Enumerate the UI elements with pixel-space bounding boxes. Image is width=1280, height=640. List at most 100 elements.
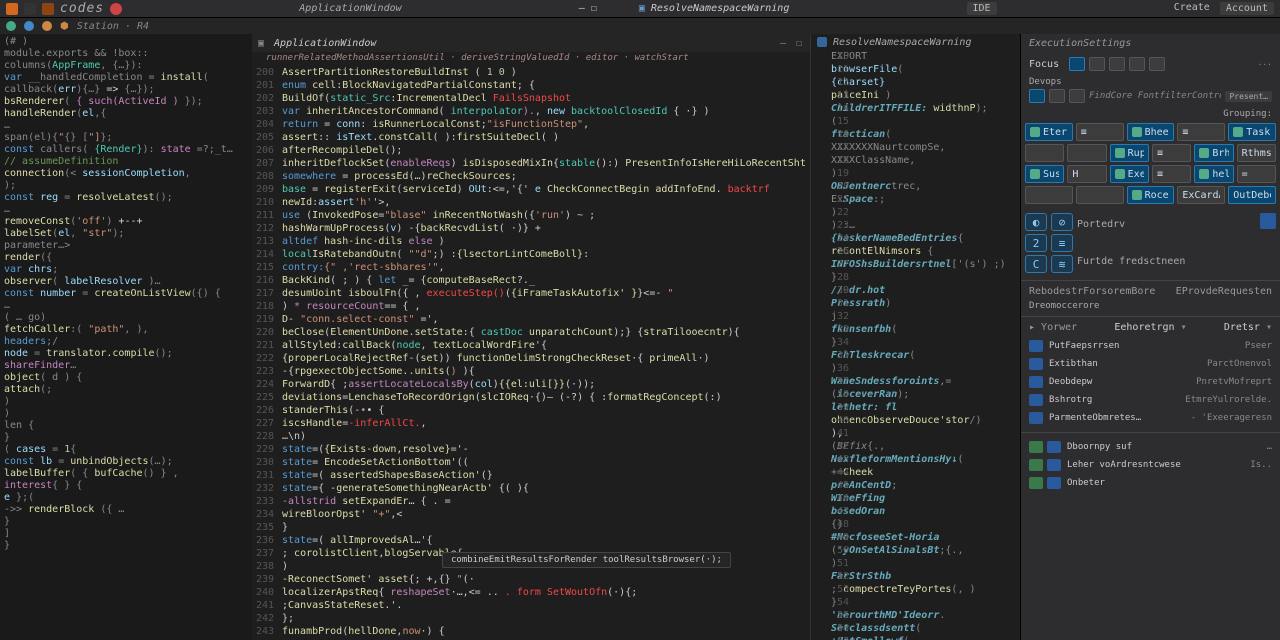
outline-item[interactable]: 42 (BEfix{., — [811, 440, 1020, 453]
grid-cell[interactable]: Rupes — [1110, 144, 1149, 162]
code-line[interactable]: } — [0, 540, 252, 552]
outline-item[interactable]: 11 browserFile( — [811, 63, 1020, 76]
code-line[interactable]: var chrs; — [0, 264, 252, 276]
grid-cell[interactable]: Bhees — [1127, 123, 1175, 141]
outline-item[interactable]: 41 ), — [811, 427, 1020, 440]
outline-item[interactable]: 44 +=Cheek — [811, 466, 1020, 479]
code-line[interactable]: state=( allImprovedsAl…'{ — [278, 534, 810, 547]
list-item[interactable]: ParmenteObmretes…- 'Exeerageresn — [1021, 409, 1280, 427]
code-line[interactable]: state=( assertedShapesBaseAction'(} — [278, 469, 810, 482]
outline-item[interactable]: 24{haskerNameBedEntries{ — [811, 232, 1020, 245]
code-line[interactable]: ) — [0, 408, 252, 420]
grid-cell[interactable] — [1076, 186, 1124, 204]
sort-col-3[interactable]: Dretsr — [1224, 322, 1272, 333]
code-line[interactable]: beClose(ElementUnDone.setState:{ castDoc… — [278, 326, 810, 339]
code-line[interactable]: localIsRatebandOutn( ""d";) :{lsectorLin… — [278, 248, 810, 261]
outline-item[interactable]: 18 XXXXClassName, — [811, 154, 1020, 167]
code-line[interactable]: render({ — [0, 252, 252, 264]
code-line[interactable]: }; — [278, 612, 810, 625]
view-mode-4[interactable] — [1129, 57, 1145, 71]
filter-toggle-1[interactable] — [1029, 89, 1045, 103]
code-line[interactable]: altdef hash-inc-dils else ) — [278, 235, 810, 248]
code-line[interactable]: headers;/ — [0, 336, 252, 348]
sort-col-2[interactable]: Eehoretrgn — [1114, 322, 1186, 333]
editor-breadcrumb[interactable]: runnerRelatedMethodAssertionsUtil · deri… — [252, 52, 810, 64]
outline-item[interactable]: 17 XXXXXXXNaurtcompSe, — [811, 141, 1020, 154]
outline-item[interactable]: 33fkunsenfbh( — [811, 323, 1020, 336]
code-line[interactable]: deviations=LenchaseToRecordOrign(slcIORe… — [278, 391, 810, 404]
editor-tab[interactable]: ApplicationWindow — [274, 38, 376, 49]
outline-item[interactable]: 20 OBJentnerctrec, — [811, 180, 1020, 193]
outline-item[interactable]: 31 Pressrath) — [811, 297, 1020, 310]
tool-icon[interactable]: ⊘ — [1051, 213, 1073, 231]
code-line[interactable]: bsRenderer( { such(ActiveId ) }); — [0, 96, 252, 108]
account-button[interactable]: Account — [1220, 2, 1274, 15]
code-line[interactable]: … — [0, 120, 252, 132]
code-line[interactable]: var inheritAncestorCommand( interpolator… — [278, 105, 810, 118]
grid-cell[interactable]: TaskFounders — [1228, 123, 1276, 141]
present-button[interactable]: Present… — [1225, 91, 1272, 102]
code-line[interactable]: module.exports && !box:: — [0, 48, 252, 60]
code-line[interactable]: handleRender(el,{ — [0, 108, 252, 120]
outline-item[interactable]: 32 j — [811, 310, 1020, 323]
code-line[interactable]: ) * resourceCount== { , — [278, 300, 810, 313]
code-line[interactable]: base = registerExit(serviceId) OUt:<=,'{… — [278, 183, 810, 196]
code-line[interactable]: callback(err){…} => {…}); — [0, 84, 252, 96]
outline-item[interactable]: 50 ('yOnSetAlSinalsBt;{., — [811, 544, 1020, 557]
code-line[interactable]: -allstrid setExpandEr… { . = — [278, 495, 810, 508]
code-line[interactable]: columns(AppFrame, {…}): — [0, 60, 252, 72]
code-line[interactable]: ] — [0, 528, 252, 540]
code-line[interactable]: {properLocalRejectRef-(set)) functionDel… — [278, 352, 810, 365]
grid-cell[interactable]: hel — [1194, 165, 1233, 183]
list-item[interactable]: DeobdepwPnretvMofreprt — [1021, 373, 1280, 391]
code-line[interactable]: inheritDeflockSet(enableReqs) isDisposed… — [278, 157, 810, 170]
code-line[interactable]: shareFinder… — [0, 360, 252, 372]
outline-item[interactable]: 46 WIneFfing — [811, 492, 1020, 505]
outline-item[interactable]: 57+HotSmollowf( — [811, 635, 1020, 640]
grid-cell[interactable]: H — [1067, 165, 1106, 183]
code-line[interactable]: hashWarmUpProcess(v) -{backRecvdList( ·)… — [278, 222, 810, 235]
view-mode-5[interactable] — [1149, 57, 1165, 71]
code-line[interactable]: var __handledCompletion = install( — [0, 72, 252, 84]
code-line[interactable]: attach(; — [0, 384, 252, 396]
outline-item[interactable]: 39lethetr: fl — [811, 401, 1020, 414]
outline-item[interactable]: 45 preAnCentD; — [811, 479, 1020, 492]
outline-item[interactable]: 52 FarStrSthb — [811, 570, 1020, 583]
outline-item[interactable]: 36 ) — [811, 362, 1020, 375]
code-line[interactable]: len { — [0, 420, 252, 432]
list-item[interactable]: PutFaepsrrsenPseer — [1021, 337, 1280, 355]
code-line[interactable]: state={ -generateSomethingNearActb' {( )… — [278, 482, 810, 495]
code-line[interactable]: desumUoint isboulFn({ , executeStep()({i… — [278, 287, 810, 300]
outline-item[interactable]: 23 ) :… — [811, 219, 1020, 232]
grid-cell[interactable] — [1025, 186, 1073, 204]
outline-item[interactable]: 14ChildrerITFFILE: widthnP); — [811, 102, 1020, 115]
code-line[interactable]: labelBuffer( { bufCache() } , — [0, 468, 252, 480]
pin-icon[interactable] — [1260, 213, 1276, 229]
code-line[interactable]: … — [0, 300, 252, 312]
outline-item[interactable]: 35 FchTleskrecar( — [811, 349, 1020, 362]
outline-item[interactable]: 12{charset} — [811, 76, 1020, 89]
outline-item[interactable]: 30 // dr.hot — [811, 284, 1020, 297]
outline-item[interactable]: 48 {} — [811, 518, 1020, 531]
code-line[interactable]: observer( labelResolver )… — [0, 276, 252, 288]
code-line[interactable]: removeConst('off') +--+ — [0, 216, 252, 228]
code-line[interactable]: -ReconectSomet' asset{; +,{} "(· — [278, 573, 810, 586]
outline-item[interactable]: 51) — [811, 557, 1020, 570]
grid-cell[interactable]: ≡ — [1076, 123, 1124, 141]
view-more[interactable]: ··· — [1258, 60, 1272, 69]
code-line[interactable]: const number = createOnListView({) { — [0, 288, 252, 300]
tool-icon[interactable]: ≡ — [1051, 234, 1073, 252]
outline-pane[interactable]: ResolveNamespaceWarning 10EXPORT11 brows… — [810, 34, 1020, 640]
footer-item[interactable]: Dboornpy suf… — [1021, 438, 1280, 456]
code-line[interactable]: ->> renderBlock ({ … — [0, 504, 252, 516]
minimize-icon[interactable]: — — [579, 3, 585, 14]
code-line[interactable]: D- "conn.select-const" =', — [278, 313, 810, 326]
grid-cell[interactable]: ExCardAnrel — [1177, 186, 1225, 204]
code-line[interactable]: iscsHandle=-inferAllCt., — [278, 417, 810, 430]
view-mode-3[interactable] — [1109, 57, 1125, 71]
code-line[interactable]: // assumeDefinition — [0, 156, 252, 168]
outline-item[interactable]: 37 WaneSndessforoints,= — [811, 375, 1020, 388]
grid-cell[interactable]: ≡ — [1152, 144, 1191, 162]
grid-cell[interactable]: OutDebegend — [1228, 186, 1276, 204]
outline-item[interactable]: 56 Setclassdsentt( — [811, 622, 1020, 635]
